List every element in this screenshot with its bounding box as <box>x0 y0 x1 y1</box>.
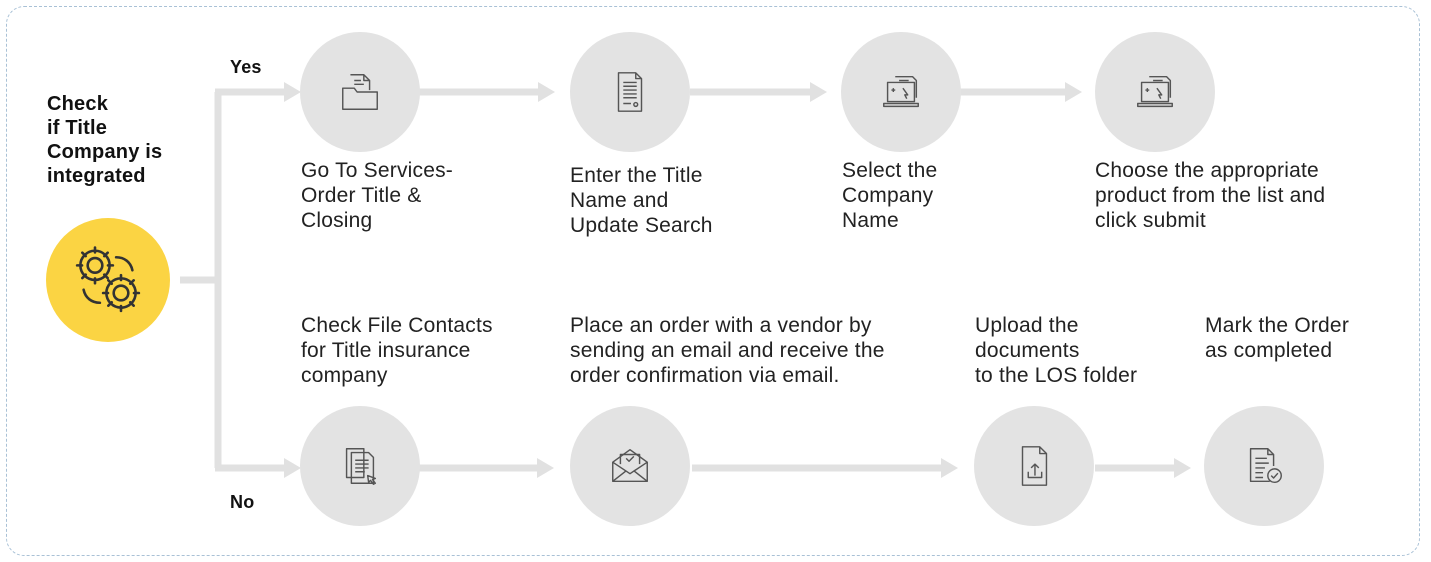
no-step-4-label: Mark the Order as completed <box>1205 314 1350 362</box>
yes-step-4-label: Choose the appropriate product from the … <box>1095 159 1326 232</box>
file-upload-icon <box>1021 446 1048 486</box>
laptop-document-icon <box>1137 75 1173 108</box>
no-arrowhead-2 <box>941 458 958 478</box>
document-icon <box>617 72 643 112</box>
process-flow-diagram: Check if Title Company is integrated Yes… <box>0 0 1431 562</box>
yes-step-2-node <box>570 32 690 152</box>
yes-arrowhead-3 <box>1065 82 1082 102</box>
folder-document-icon <box>342 74 378 110</box>
yes-step-3-node <box>841 32 961 152</box>
yes-step-2-label: Enter the Title Name and Update Search <box>570 164 713 237</box>
yes-step-4-node <box>1095 32 1215 152</box>
decision-node <box>46 218 170 342</box>
no-step-1-node <box>300 406 420 526</box>
yes-arrowhead-1 <box>538 82 555 102</box>
no-arrowhead-3 <box>1174 458 1191 478</box>
no-step-2-node <box>570 406 690 526</box>
gears-icon <box>75 246 141 313</box>
no-step-4-node <box>1204 406 1324 526</box>
no-label: No <box>230 492 255 512</box>
yes-step-3-label: Select the Company Name <box>842 159 938 232</box>
documents-cursor-icon <box>345 448 377 485</box>
no-step-2-label: Place an order with a vendor by sending … <box>570 314 885 387</box>
yes-arrowhead-2 <box>810 82 827 102</box>
decision-label: Check if Title Company is integrated <box>47 93 163 187</box>
no-branch-arrowhead <box>284 458 301 478</box>
document-check-icon <box>1249 448 1282 484</box>
yes-label: Yes <box>230 57 262 77</box>
no-step-3-label: Upload the documents to the LOS folder <box>975 314 1138 387</box>
yes-step-1-node <box>300 32 420 152</box>
no-step-1-label: Check File Contacts for Title insurance … <box>301 314 493 387</box>
yes-branch-arrowhead <box>284 82 301 102</box>
laptop-document-icon <box>883 75 919 108</box>
no-arrowhead-1 <box>537 458 554 478</box>
yes-step-1-label: Go To Services- Order Title & Closing <box>301 159 453 232</box>
no-step-3-node <box>974 406 1094 526</box>
envelope-check-icon <box>612 448 648 483</box>
